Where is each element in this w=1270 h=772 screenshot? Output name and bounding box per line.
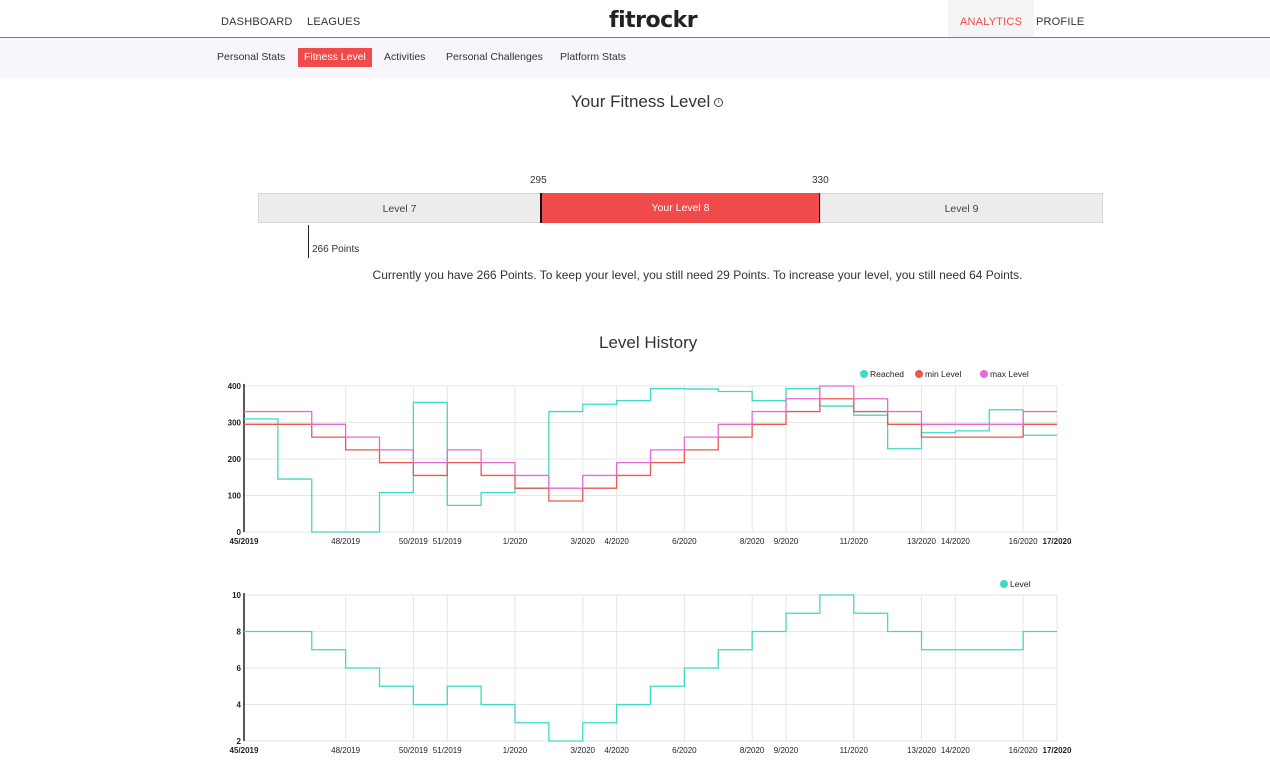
x-tick-label: 3/2020 [571,537,596,546]
summary-text: Currently you have 266 Points. To keep y… [372,268,1023,282]
x-tick-label: 6/2020 [672,746,697,755]
x-tick-label: 17/2020 [1043,537,1072,546]
points-history-chart: 0 100 200 300 400 45/2019 48/2019 50/2019 51/201… [228,369,1072,546]
nav-profile[interactable]: PROFILE [1036,0,1084,37]
x-tick-label: 50/2019 [399,537,428,546]
x-tick-label: 13/2020 [907,746,936,755]
x-tick-label: 1/2020 [503,537,528,546]
x-tick-label: 17/2020 [1043,746,1072,755]
tab-personal-stats[interactable]: Personal Stats [217,48,285,67]
x-tick-label: 51/2019 [433,746,462,755]
x-tick-label: 16/2020 [1009,537,1038,546]
y-tick-label: 2 [237,737,242,746]
y-tick-label: 200 [228,455,242,464]
y-tick-label: 8 [237,628,242,637]
y-tick-label: 400 [228,382,242,391]
level-history-chart: 2 4 6 8 10 45/2019 48/2019 50/2019 51/2019 1/2020… [230,579,1072,755]
x-tick-label: 11/2020 [840,746,869,755]
y-tick-label: 6 [237,664,242,673]
x-tick-label: 9/2020 [774,537,799,546]
level-above-segment: Level 9 [820,193,1103,223]
legend-marker [1000,580,1008,588]
x-tick-label: 8/2020 [740,746,765,755]
y-tick-label: 10 [232,591,241,600]
fitness-level-heading: Your Fitness Level i [571,92,724,112]
threshold-upper: 330 [812,175,829,186]
tab-platform-stats[interactable]: Platform Stats [560,48,626,67]
tab-fitness-level[interactable]: Fitness Level [298,48,372,67]
x-tick-label: 45/2019 [230,537,259,546]
x-tick-label: 50/2019 [399,746,428,755]
x-tick-label: 14/2020 [941,746,970,755]
x-tick-label: 6/2020 [672,537,697,546]
nav-dashboard[interactable]: DASHBOARD [221,0,292,37]
legend-marker [860,370,868,378]
x-tick-label: 1/2020 [503,746,528,755]
level-history-heading: Level History [599,333,697,353]
x-tick-label: 3/2020 [571,746,596,755]
legend-marker [980,370,988,378]
x-tick-label: 51/2019 [433,537,462,546]
legend-label: Level [1010,579,1030,589]
x-tick-label: 45/2019 [230,746,259,755]
x-tick-label: 16/2020 [1009,746,1038,755]
y-tick-label: 300 [228,419,242,428]
tab-personal-challenges[interactable]: Personal Challenges [446,48,543,67]
nav-analytics[interactable]: ANALYTICS [948,0,1035,37]
x-tick-label: 11/2020 [840,537,869,546]
x-tick-label: 4/2020 [604,537,629,546]
tab-activities[interactable]: Activities [384,48,425,67]
top-navigation: DASHBOARD LEAGUES fitrockr ANALYTICS PRO… [0,0,1270,38]
x-tick-label: 8/2020 [740,537,765,546]
x-tick-label: 9/2020 [774,746,799,755]
level-below-segment: Level 7 [258,193,541,223]
x-tick-label: 48/2019 [331,537,360,546]
x-tick-label: 13/2020 [907,537,936,546]
legend-label: Reached [870,369,904,379]
page-title: Your Fitness Level [571,92,711,111]
x-tick-label: 4/2020 [604,746,629,755]
points-marker-label: 266 Points [312,244,360,255]
legend-label: min Level [925,369,961,379]
level-summary-text: Currently you have 266 Points. To keep y… [0,268,1270,282]
threshold-lower: 295 [530,175,547,186]
y-tick-label: 4 [237,701,242,710]
x-tick-label: 14/2020 [941,537,970,546]
legend-marker [915,370,923,378]
info-icon[interactable]: i [714,98,724,108]
y-tick-label: 0 [237,528,242,537]
current-level-segment: Your Level 8 [540,193,821,223]
level-bar: Level 7 Your Level 8 Level 9 [258,193,1103,223]
points-marker [308,225,309,258]
legend-label: max Level [990,369,1029,379]
level-history-title: Level History [599,333,698,352]
x-tick-label: 48/2019 [331,746,360,755]
y-tick-label: 100 [228,492,242,501]
fitrockr-logo[interactable]: fitrockr [609,8,698,33]
nav-leagues[interactable]: LEAGUES [307,0,360,37]
analytics-subnav: Personal Stats Fitness Level Activities … [0,38,1270,78]
